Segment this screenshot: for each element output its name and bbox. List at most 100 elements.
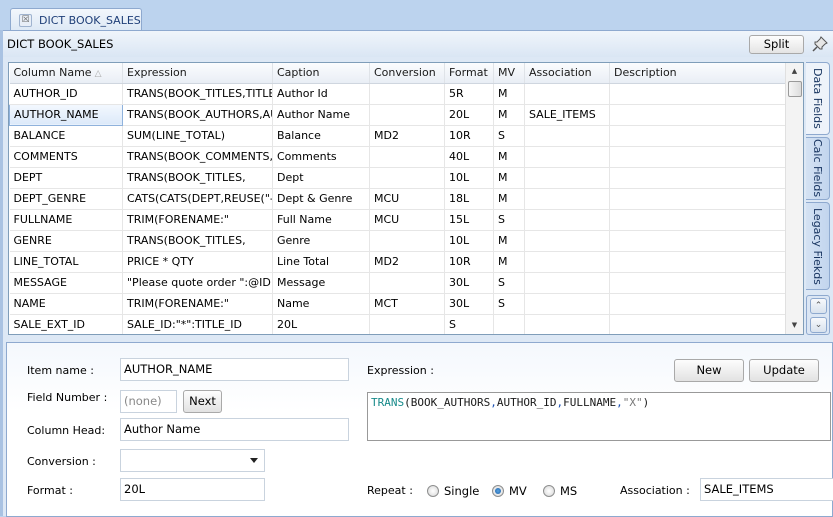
table-cell[interactable]: SALE_EXT_ID	[9, 314, 123, 334]
table-row[interactable]: DEPT_GENRE CATS(CATS(DEPT,REUSE("-") Dept …	[9, 188, 786, 210]
table-cell[interactable]	[524, 125, 610, 147]
table-cell[interactable]: Name	[272, 293, 370, 315]
table-cell[interactable]: GENRE	[9, 230, 123, 252]
column-header-column-name[interactable]: Column Name △	[9, 63, 123, 84]
table-row[interactable]: SALE_EXT_ID SALE_ID:"*":TITLE_ID 20L S	[9, 314, 786, 334]
table-cell[interactable]	[524, 209, 610, 231]
repeat-mv-radio[interactable]: MV	[492, 484, 527, 498]
table-row[interactable]: NAME TRIM(FORENAME:" Name MCT 30L S	[9, 293, 786, 315]
table-cell[interactable]: AUTHOR_NAME	[9, 103, 123, 126]
table-cell[interactable]: S	[444, 314, 494, 334]
table-cell[interactable]	[609, 230, 786, 252]
item-name-input[interactable]: AUTHOR_NAME	[120, 358, 349, 381]
table-cell[interactable]: M	[493, 104, 525, 126]
table-row[interactable]: FULLNAME TRIM(FORENAME:" Full Name MCU 15L S	[9, 209, 786, 231]
table-row[interactable]: BALANCE SUM(LINE_TOTAL) Balance MD2 10R S	[9, 125, 786, 147]
table-cell[interactable]: TRANS(BOOK_TITLES,	[122, 230, 273, 252]
tab-data-fields[interactable]: Data Fields	[806, 62, 830, 135]
tab-calc-fields[interactable]: Calc Fields	[806, 137, 830, 200]
table-cell[interactable]	[369, 167, 445, 189]
table-cell[interactable]: 15L	[444, 209, 494, 231]
table-cell[interactable]	[609, 167, 786, 189]
table-cell[interactable]: 10L	[444, 167, 494, 189]
pushpin-icon[interactable]	[809, 34, 831, 54]
table-cell[interactable]: TRANS(BOOK_AUTHORS,AUT	[122, 104, 273, 126]
table-cell[interactable]: S	[493, 293, 525, 315]
table-cell[interactable]: FULLNAME	[9, 209, 123, 231]
table-cell[interactable]: SUM(LINE_TOTAL)	[122, 125, 273, 147]
tab-dict-book-sales[interactable]: ☒ DICT BOOK_SALES	[10, 8, 142, 31]
table-cell[interactable]: "Please quote order ":@ID:"	[122, 272, 273, 294]
table-cell[interactable]: MCT	[369, 293, 445, 315]
table-cell[interactable]: M	[493, 83, 525, 105]
table-cell[interactable]	[609, 188, 786, 210]
table-cell[interactable]	[609, 272, 786, 294]
column-header-caption[interactable]: Caption	[272, 63, 370, 84]
scroll-down-arrow[interactable]: ▼	[786, 317, 803, 334]
table-cell[interactable]: M	[493, 188, 525, 210]
table-cell[interactable]	[609, 314, 786, 334]
table-cell[interactable]: CATS(CATS(DEPT,REUSE("-")	[122, 188, 273, 210]
association-input[interactable]: SALE_ITEMS	[700, 478, 833, 501]
table-row[interactable]: MESSAGE "Please quote order ":@ID:" Messag…	[9, 272, 786, 294]
table-cell[interactable]: 18L	[444, 188, 494, 210]
table-cell[interactable]	[524, 230, 610, 252]
table-cell[interactable]: S	[493, 209, 525, 231]
table-row[interactable]: COMMENTS TRANS(BOOK_COMMENTS,TI Comments 40…	[9, 146, 786, 168]
table-cell[interactable]: Comments	[272, 146, 370, 168]
new-button[interactable]: New	[674, 359, 744, 382]
column-header-conversion[interactable]: Conversion	[369, 63, 445, 84]
table-cell[interactable]: S	[493, 125, 525, 147]
table-cell[interactable]: M	[493, 251, 525, 273]
table-cell[interactable]: 40L	[444, 146, 494, 168]
expression-editor[interactable]: TRANS(BOOK_AUTHORS,AUTHOR_ID,FULLNAME,"X…	[367, 392, 831, 441]
column-header-format[interactable]: Format	[444, 63, 494, 84]
table-cell[interactable]: Line Total	[272, 251, 370, 273]
table-cell[interactable]	[609, 104, 786, 126]
table-cell[interactable]: 30L	[444, 293, 494, 315]
field-number-input[interactable]: (none)	[120, 390, 177, 413]
table-cell[interactable]: MCU	[369, 188, 445, 210]
table-cell[interactable]: DEPT_GENRE	[9, 188, 123, 210]
table-cell[interactable]	[524, 293, 610, 315]
update-button[interactable]: Update	[749, 359, 819, 382]
table-cell[interactable]: DEPT	[9, 167, 123, 189]
scroll-up-arrow[interactable]: ▲	[786, 63, 803, 80]
scroll-thumb[interactable]	[788, 81, 802, 97]
table-row[interactable]: LINE_TOTAL PRICE * QTY Line Total MD2 10R M	[9, 251, 786, 273]
repeat-ms-radio[interactable]: MS	[543, 484, 577, 498]
table-cell[interactable]: 20L	[272, 314, 370, 334]
table-cell[interactable]: SALE_ID:"*":TITLE_ID	[122, 314, 273, 334]
table-cell[interactable]: MD2	[369, 251, 445, 273]
column-header-description[interactable]: Description	[609, 63, 786, 84]
table-cell[interactable]: SALE_ITEMS	[524, 104, 610, 126]
table-cell[interactable]: MESSAGE	[9, 272, 123, 294]
table-cell[interactable]: M	[493, 146, 525, 168]
column-head-input[interactable]: Author Name	[120, 418, 349, 441]
table-cell[interactable]	[369, 104, 445, 126]
table-cell[interactable]: PRICE * QTY	[122, 251, 273, 273]
table-cell[interactable]	[369, 272, 445, 294]
table-cell[interactable]: Message	[272, 272, 370, 294]
split-button[interactable]: Split	[749, 35, 804, 54]
chevron-up-icon[interactable]: ⌃	[810, 298, 827, 314]
chevron-down-icon[interactable]: ⌄	[810, 317, 827, 333]
table-cell[interactable]	[609, 83, 786, 105]
table-cell[interactable]: TRIM(FORENAME:"	[122, 293, 273, 315]
table-cell[interactable]: NAME	[9, 293, 123, 315]
table-cell[interactable]: BALANCE	[9, 125, 123, 147]
table-cell[interactable]: S	[493, 272, 525, 294]
table-cell[interactable]: Author Name	[272, 104, 370, 126]
table-cell[interactable]	[369, 314, 445, 334]
table-cell[interactable]: TRANS(BOOK_COMMENTS,TI	[122, 146, 273, 168]
table-cell[interactable]: TRIM(FORENAME:"	[122, 209, 273, 231]
table-cell[interactable]: Dept & Genre	[272, 188, 370, 210]
table-cell[interactable]: M	[493, 230, 525, 252]
table-cell[interactable]	[524, 83, 610, 105]
table-row[interactable]: AUTHOR_ID TRANS(BOOK_TITLES,TITLE_ Author …	[9, 83, 786, 105]
conversion-select[interactable]	[120, 449, 265, 472]
table-cell[interactable]: Full Name	[272, 209, 370, 231]
column-header-mv[interactable]: MV	[493, 63, 525, 84]
table-cell[interactable]: 10R	[444, 125, 494, 147]
table-cell[interactable]: M	[493, 167, 525, 189]
